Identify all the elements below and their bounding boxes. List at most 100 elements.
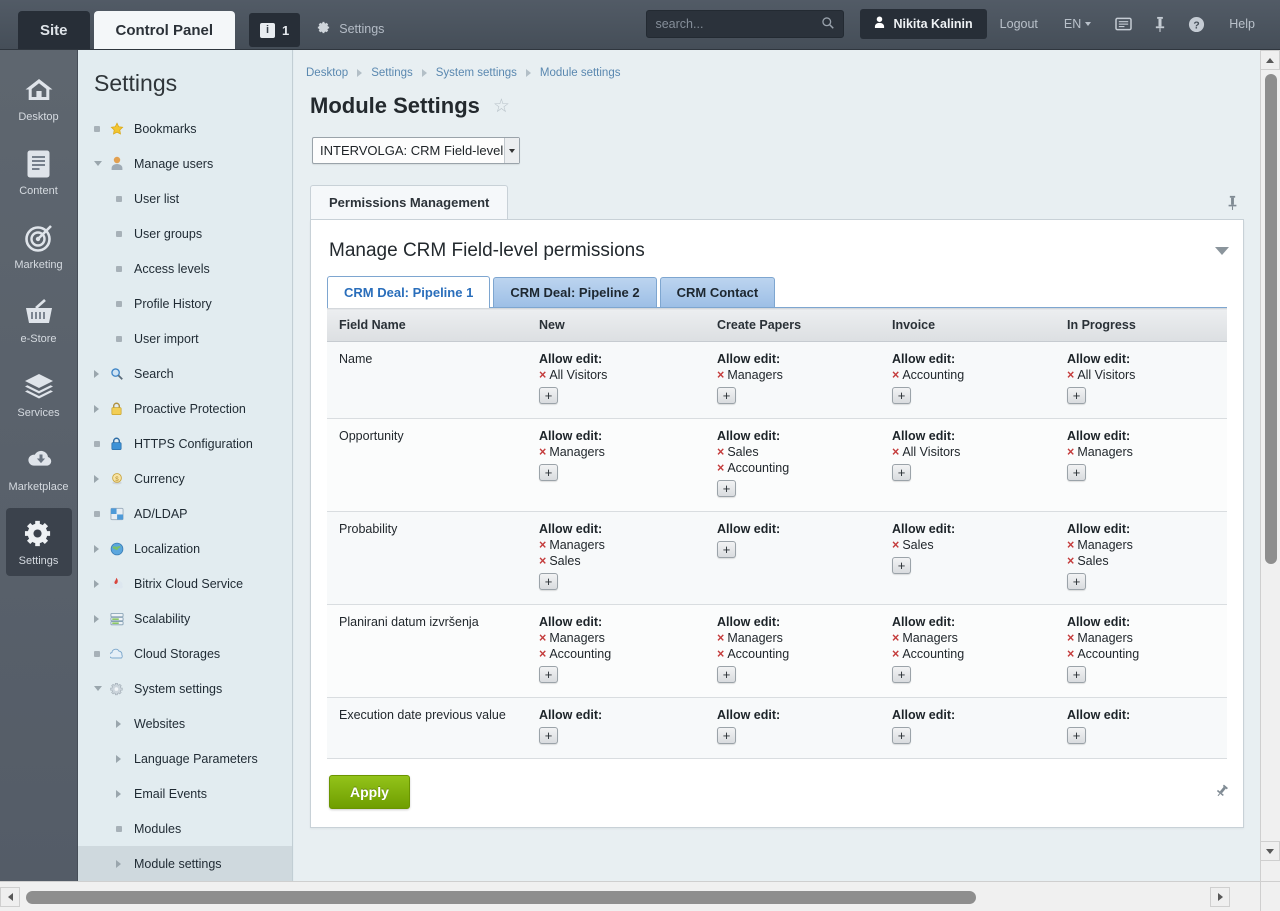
plus-icon[interactable]: + [717, 480, 736, 497]
module-select[interactable]: INTERVOLGA: CRM Field-level [312, 137, 520, 164]
site-tab[interactable]: Site [18, 11, 90, 49]
breadcrumb-settings[interactable]: Settings [371, 67, 413, 79]
plus-icon[interactable]: + [892, 557, 911, 574]
logout-link[interactable]: Logout [987, 17, 1051, 31]
scroll-left-button[interactable] [0, 887, 20, 907]
expand-arrow-icon[interactable] [116, 720, 132, 728]
inner-tab-crm-deal-pipeline-1[interactable]: CRM Deal: Pipeline 1 [327, 276, 490, 308]
scroll-right-button[interactable] [1210, 887, 1230, 907]
x-icon[interactable]: × [892, 368, 899, 382]
x-icon[interactable]: × [539, 445, 546, 459]
pin-icon[interactable] [1227, 195, 1238, 214]
language-selector[interactable]: EN [1051, 17, 1104, 31]
control-panel-tab[interactable]: Control Panel [94, 11, 236, 49]
notifications-button[interactable]: i 1 [249, 13, 300, 47]
rail-item-estore[interactable]: e-Store [6, 286, 72, 354]
sidebar-item-system-settings[interactable]: System settings [78, 671, 292, 706]
scroll-down-button[interactable] [1260, 841, 1280, 861]
expand-arrow-icon[interactable] [94, 580, 110, 588]
help-icon[interactable]: ? [1177, 16, 1216, 33]
plus-icon[interactable]: + [892, 387, 911, 404]
plus-icon[interactable]: + [892, 464, 911, 481]
x-icon[interactable]: × [539, 631, 546, 645]
x-icon[interactable]: × [1067, 554, 1074, 568]
sidebar-item-access-levels[interactable]: Access levels [78, 251, 292, 286]
x-icon[interactable]: × [717, 647, 724, 661]
plus-icon[interactable]: + [1067, 573, 1086, 590]
sidebar-item-search[interactable]: Search [78, 356, 292, 391]
breadcrumb-system-settings[interactable]: System settings [436, 67, 517, 79]
plus-icon[interactable]: + [539, 464, 558, 481]
plus-icon[interactable]: + [1067, 387, 1086, 404]
x-icon[interactable]: × [892, 445, 899, 459]
sidebar-item-proactive-protection[interactable]: Proactive Protection [78, 391, 292, 426]
plus-icon[interactable]: + [717, 541, 736, 558]
plus-icon[interactable]: + [1067, 666, 1086, 683]
pin-icon[interactable] [1215, 784, 1229, 801]
plus-icon[interactable]: + [539, 727, 558, 744]
rail-item-settings[interactable]: Settings [6, 508, 72, 576]
x-icon[interactable]: × [1067, 368, 1074, 382]
plus-icon[interactable]: + [1067, 464, 1086, 481]
x-icon[interactable]: × [892, 538, 899, 552]
sidebar-item-localization[interactable]: Localization [78, 531, 292, 566]
plus-icon[interactable]: + [539, 573, 558, 590]
expand-arrow-icon[interactable] [116, 860, 132, 868]
x-icon[interactable]: × [539, 368, 546, 382]
sidebar-item-user-list[interactable]: User list [78, 181, 292, 216]
x-icon[interactable]: × [717, 461, 724, 475]
sidebar-item-profile-history[interactable]: Profile History [78, 286, 292, 321]
collapse-arrow-icon[interactable] [94, 686, 110, 691]
collapse-arrow-icon[interactable] [94, 161, 110, 166]
plus-icon[interactable]: + [892, 727, 911, 744]
x-icon[interactable]: × [539, 647, 546, 661]
x-icon[interactable]: × [717, 445, 724, 459]
x-icon[interactable]: × [717, 368, 724, 382]
help-link[interactable]: Help [1216, 17, 1268, 31]
sidebar-item-https-configuration[interactable]: HTTPS Configuration [78, 426, 292, 461]
rail-item-content[interactable]: Content [6, 138, 72, 206]
horizontal-scrollbar[interactable] [0, 881, 1280, 911]
rail-item-marketplace[interactable]: Marketplace [6, 434, 72, 502]
pin-icon[interactable] [1143, 16, 1177, 33]
inner-tab-crm-contact[interactable]: CRM Contact [660, 277, 776, 307]
sidebar-item-ad-ldap[interactable]: AD/LDAP [78, 496, 292, 531]
expand-arrow-icon[interactable] [94, 615, 110, 623]
vertical-scroll-thumb[interactable] [1265, 74, 1277, 564]
x-icon[interactable]: × [717, 631, 724, 645]
sidebar-item-manage-users[interactable]: Manage users [78, 146, 292, 181]
chevron-down-icon[interactable] [504, 138, 519, 163]
rail-item-desktop[interactable]: Desktop [6, 64, 72, 132]
scroll-up-button[interactable] [1260, 50, 1280, 70]
search-icon[interactable] [821, 16, 835, 33]
x-icon[interactable]: × [1067, 631, 1074, 645]
plus-icon[interactable]: + [717, 387, 736, 404]
expand-arrow-icon[interactable] [94, 545, 110, 553]
star-outline-icon[interactable]: ☆ [493, 97, 510, 116]
sidebar-item-modules[interactable]: Modules [78, 811, 292, 846]
x-icon[interactable]: × [539, 554, 546, 568]
inner-tab-crm-deal-pipeline-2[interactable]: CRM Deal: Pipeline 2 [493, 277, 656, 307]
sidebar-item-language-parameters[interactable]: Language Parameters [78, 741, 292, 776]
sidebar-item-module-settings[interactable]: Module settings [78, 846, 292, 881]
sidebar-item-websites[interactable]: Websites [78, 706, 292, 741]
topbar-settings-link[interactable]: Settings [316, 12, 384, 46]
expand-arrow-icon[interactable] [116, 790, 132, 798]
expand-arrow-icon[interactable] [94, 475, 110, 483]
sidebar-item-user-import[interactable]: User import [78, 321, 292, 356]
rail-item-marketing[interactable]: Marketing [6, 212, 72, 280]
plus-icon[interactable]: + [892, 666, 911, 683]
tab-permissions-management[interactable]: Permissions Management [310, 185, 508, 219]
x-icon[interactable]: × [892, 631, 899, 645]
sidebar-item-user-groups[interactable]: User groups [78, 216, 292, 251]
expand-arrow-icon[interactable] [94, 370, 110, 378]
monitor-icon[interactable] [1104, 17, 1143, 32]
plus-icon[interactable]: + [1067, 727, 1086, 744]
sidebar-item-scalability[interactable]: Scalability [78, 601, 292, 636]
breadcrumb-desktop[interactable]: Desktop [306, 67, 348, 79]
sidebar-item-currency[interactable]: $Currency [78, 461, 292, 496]
sidebar-item-bitrix-cloud-service[interactable]: Bitrix Cloud Service [78, 566, 292, 601]
plus-icon[interactable]: + [539, 387, 558, 404]
x-icon[interactable]: × [1067, 647, 1074, 661]
x-icon[interactable]: × [892, 647, 899, 661]
